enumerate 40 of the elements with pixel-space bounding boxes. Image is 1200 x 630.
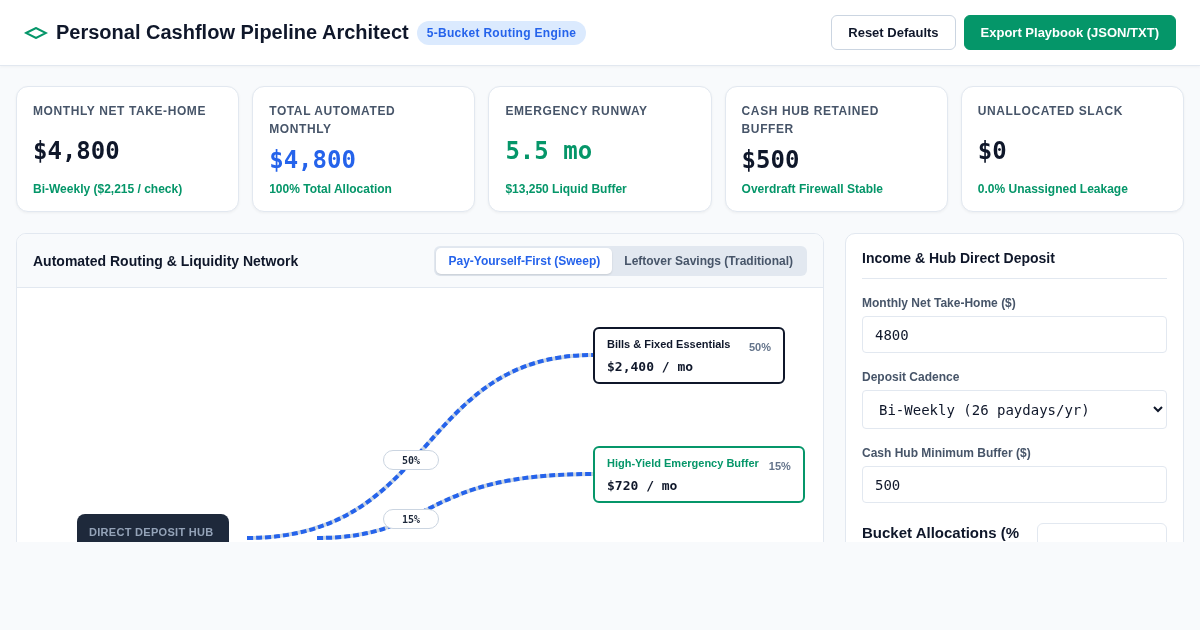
- reset-button[interactable]: Reset Defaults: [831, 15, 956, 50]
- stat-value: $0: [977, 137, 1008, 165]
- export-button[interactable]: Export Playbook (JSON/TXT): [963, 15, 1176, 50]
- field-label: Cash Hub Minimum Buffer ($): [862, 446, 1032, 460]
- cadence-select[interactable]: Bi-Weekly (26 paydays/yr): [862, 390, 1167, 429]
- input-field[interactable]: 4800: [862, 316, 1167, 353]
- mode-tab[interactable]: Leftover Savings (Traditional): [612, 247, 805, 274]
- bucket-amount: $2,400 / mo: [607, 359, 695, 374]
- stat-label: EMERGENCY RUNWAY: [505, 103, 649, 120]
- stat-label: UNALLOCATED SLACK: [977, 103, 1125, 120]
- app-title: Personal Cashflow Pipeline Architect: [56, 21, 409, 44]
- stat-label: MONTHLY NET TAKE-HOME: [33, 103, 208, 120]
- bucket-name: High-Yield Emergency Buffer: [607, 457, 759, 469]
- bucket-share: 15%: [768, 460, 791, 472]
- hub-label: DIRECT DEPOSIT HUB: [89, 526, 215, 538]
- stat-value: $4,800: [269, 146, 357, 174]
- flow-percent: 15%: [383, 509, 439, 529]
- stat-label: TOTAL AUTOMATED MONTHLY: [269, 103, 397, 138]
- mode-tab[interactable]: Pay-Yourself-First (Sweep): [436, 247, 613, 274]
- stat-value: $500: [741, 146, 801, 174]
- bucket-name: Bills & Fixed Essentials: [607, 338, 731, 350]
- stat-note: Bi-Weekly ($2,215 / check): [33, 182, 184, 196]
- engine-badge: 5-Bucket Routing Engine: [416, 20, 587, 45]
- stat-label: CASH HUB RETAINED BUFFER: [741, 103, 880, 138]
- section-title: Bucket Allocations (%: [862, 523, 1020, 542]
- diamond-logo-icon: [24, 26, 48, 39]
- field-label: Deposit Cadence: [862, 370, 961, 384]
- stat-note: Overdraft Firewall Stable: [741, 182, 884, 196]
- stat-note: 100% Total Allocation: [269, 182, 393, 196]
- stat-value: $4,800: [33, 137, 121, 165]
- panel-title: Income & Hub Direct Deposit: [862, 250, 1167, 279]
- stat-value: 5.5 mo: [505, 137, 594, 165]
- panel-title: Automated Routing & Liquidity Network: [33, 252, 299, 269]
- flow-percent: 50%: [383, 450, 439, 470]
- stat-note: $13,250 Liquid Buffer: [505, 182, 628, 196]
- bucket-share: 50%: [748, 341, 771, 353]
- input-field[interactable]: 500: [862, 466, 1167, 503]
- bucket-amount: $720 / mo: [607, 478, 679, 493]
- field-label: Monthly Net Take-Home ($): [862, 296, 1017, 310]
- stat-note: 0.0% Unassigned Leakage: [977, 182, 1129, 196]
